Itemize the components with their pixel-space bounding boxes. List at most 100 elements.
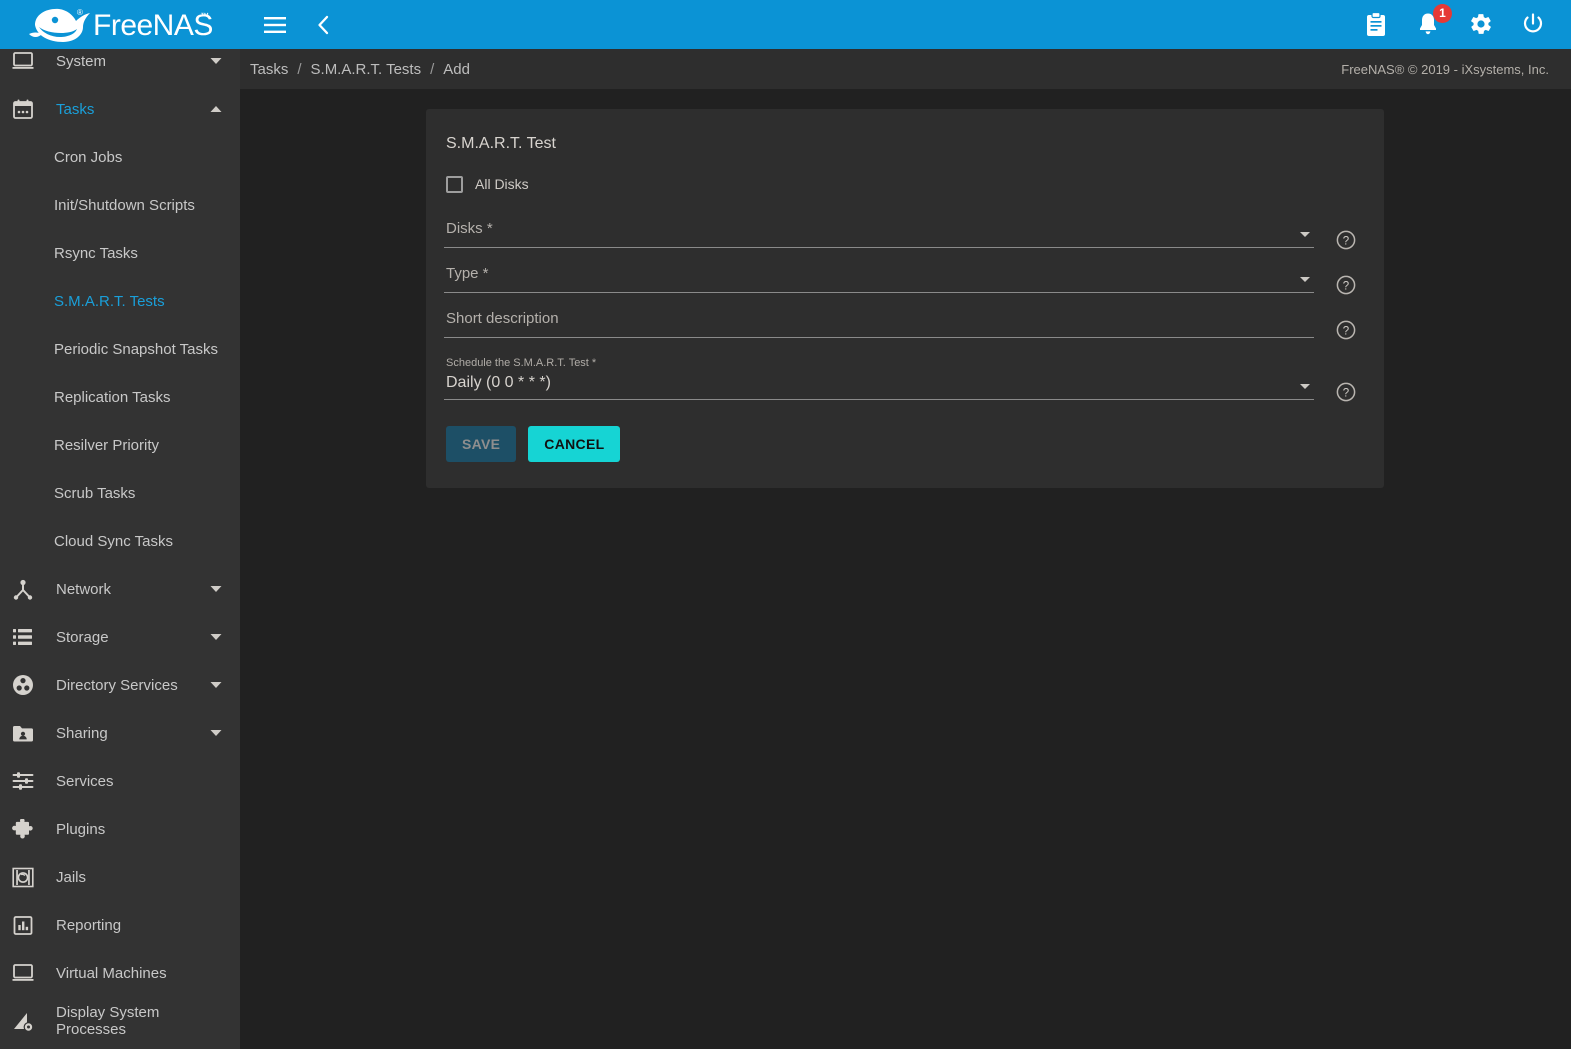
- sidebar-item-smart-tests[interactable]: S.M.A.R.T. Tests: [0, 277, 240, 325]
- sidebar-item-plugins[interactable]: Plugins: [0, 805, 240, 853]
- sidebar-item-sharing[interactable]: Sharing: [0, 709, 240, 757]
- breadcrumb-item-tasks[interactable]: Tasks: [250, 61, 288, 78]
- sidebar-sub-label: Cloud Sync Tasks: [54, 532, 173, 550]
- jail-icon: [12, 867, 46, 888]
- help-circle-icon[interactable]: ?: [1336, 320, 1356, 340]
- dropdown-caret-icon[interactable]: [1300, 277, 1310, 282]
- svg-text:FreeNAS: FreeNAS: [93, 9, 213, 42]
- sidebar-label: Jails: [56, 868, 87, 886]
- cancel-button[interactable]: CANCEL: [528, 426, 621, 462]
- sidebar-item-directory-services[interactable]: Directory Services: [0, 661, 240, 709]
- freenas-shark-logo: FreeNAS ™ ®: [29, 8, 213, 42]
- sidebar-label: Services: [56, 772, 114, 790]
- breadcrumb-item-smart-tests[interactable]: S.M.A.R.T. Tests: [311, 61, 422, 78]
- chevron-down-icon[interactable]: [206, 585, 226, 593]
- svg-text:™: ™: [200, 11, 209, 21]
- chevron-up-icon[interactable]: [206, 105, 226, 113]
- sidebar-item-storage[interactable]: Storage: [0, 613, 240, 661]
- sidebar-item-tasks[interactable]: Tasks: [0, 85, 240, 133]
- main-content: Tasks / S.M.A.R.T. Tests / Add FreeNAS® …: [240, 49, 1571, 1049]
- hamburger-menu-icon[interactable]: [260, 10, 290, 40]
- sidebar-item-network[interactable]: Network: [0, 565, 240, 613]
- sliders-icon: [12, 771, 46, 791]
- sidebar-item-scrub-tasks[interactable]: Scrub Tasks: [0, 469, 240, 517]
- sidebar-sub-label: Scrub Tasks: [54, 484, 136, 502]
- sidebar-sub-label: Replication Tasks: [54, 388, 171, 406]
- sidebar-item-rsync-tasks[interactable]: Rsync Tasks: [0, 229, 240, 277]
- svg-text:®: ®: [77, 8, 83, 17]
- short-description-field[interactable]: Short description ?: [444, 307, 1360, 340]
- disks-field[interactable]: Disks * ?: [444, 217, 1360, 250]
- sidebar-label: Tasks: [56, 100, 95, 118]
- bar-chart-icon: [12, 915, 46, 936]
- all-disks-label: All Disks: [475, 176, 529, 192]
- monitor-icon: [12, 51, 46, 71]
- sidebar-item-replication-tasks[interactable]: Replication Tasks: [0, 373, 240, 421]
- dropdown-caret-icon[interactable]: [1300, 232, 1310, 237]
- sidebar-item-reporting[interactable]: Reporting: [0, 901, 240, 949]
- all-disks-checkbox-row[interactable]: All Disks: [444, 165, 1360, 203]
- puzzle-piece-icon: [12, 818, 46, 840]
- help-circle-icon[interactable]: ?: [1336, 382, 1356, 402]
- chevron-left-icon[interactable]: [308, 10, 338, 40]
- sidebar-label: Storage: [56, 628, 109, 646]
- sidebar-label: Directory Services: [56, 676, 178, 694]
- chevron-down-icon[interactable]: [206, 57, 226, 65]
- sidebar-item-jails[interactable]: Jails: [0, 853, 240, 901]
- gear-icon[interactable]: [1469, 12, 1495, 38]
- svg-text:?: ?: [1343, 387, 1349, 399]
- schedule-field[interactable]: Schedule the S.M.A.R.T. Test * Daily (0 …: [444, 356, 1360, 402]
- sidebar-sub-label: Init/Shutdown Scripts: [54, 196, 195, 214]
- sidebar-item-system[interactable]: System: [0, 49, 240, 85]
- sidebar-item-virtual-machines[interactable]: Virtual Machines: [0, 949, 240, 997]
- sidebar-label: Network: [56, 580, 112, 598]
- copyright-text: FreeNAS® © 2019 - iXsystems, Inc.: [1341, 61, 1549, 77]
- sidebar-sub-label: Cron Jobs: [54, 148, 123, 166]
- sidebar-label: Plugins: [56, 820, 106, 838]
- sidebar-sub-label: S.M.A.R.T. Tests: [54, 292, 165, 310]
- calendar-icon: [12, 99, 46, 120]
- sidebar-item-cron-jobs[interactable]: Cron Jobs: [0, 133, 240, 181]
- chevron-down-icon[interactable]: [206, 681, 226, 689]
- sidebar-item-resilver-priority[interactable]: Resilver Priority: [0, 421, 240, 469]
- smart-test-form-card: S.M.A.R.T. Test All Disks Disks * ? Type…: [426, 109, 1384, 488]
- help-circle-icon[interactable]: ?: [1336, 230, 1356, 250]
- sidebar-item-cloud-sync-tasks[interactable]: Cloud Sync Tasks: [0, 517, 240, 565]
- breadcrumb-item-add: Add: [443, 60, 470, 78]
- type-label: Type *: [446, 265, 489, 282]
- notification-badge: 1: [1433, 3, 1452, 23]
- sidebar-label: Sharing: [56, 724, 108, 742]
- power-icon[interactable]: [1521, 12, 1547, 38]
- type-field[interactable]: Type * ?: [444, 262, 1360, 295]
- sidebar-label: Reporting: [56, 916, 122, 934]
- directory-services-icon: [12, 674, 46, 696]
- storage-icon: [12, 628, 46, 646]
- save-button[interactable]: SAVE: [446, 426, 517, 462]
- all-disks-checkbox[interactable]: [446, 175, 463, 193]
- sidebar-nav[interactable]: System Tasks Cron Jobs Init/Shutdown Scr…: [0, 49, 240, 1049]
- sidebar-item-display-system-processes[interactable]: Display System Processes: [0, 997, 240, 1045]
- sidebar-label: Display System Processes: [56, 1004, 160, 1038]
- form-actions: SAVE CANCEL: [446, 426, 1360, 462]
- dropdown-caret-icon[interactable]: [1300, 384, 1310, 389]
- breadcrumb: Tasks / S.M.A.R.T. Tests / Add: [250, 61, 470, 78]
- chevron-down-icon[interactable]: [206, 729, 226, 737]
- sidebar-item-init-shutdown-scripts[interactable]: Init/Shutdown Scripts: [0, 181, 240, 229]
- sidebar-label: Virtual Machines: [56, 964, 167, 982]
- network-icon: [12, 579, 46, 600]
- breadcrumb-separator: /: [297, 60, 302, 78]
- notifications-bell-icon[interactable]: 1: [1417, 3, 1452, 38]
- sidebar-label: System: [56, 52, 107, 70]
- form-title: S.M.A.R.T. Test: [446, 135, 556, 152]
- sidebar-item-periodic-snapshot-tasks[interactable]: Periodic Snapshot Tasks: [0, 325, 240, 373]
- freenas-logo[interactable]: FreeNAS ™ ®: [0, 0, 240, 49]
- clipboard-icon[interactable]: [1365, 11, 1391, 38]
- svg-text:?: ?: [1343, 280, 1349, 292]
- help-circle-icon[interactable]: ?: [1336, 275, 1356, 295]
- breadcrumb-separator: /: [430, 60, 435, 78]
- disks-label: Disks *: [446, 220, 493, 237]
- chevron-down-icon[interactable]: [206, 633, 226, 641]
- sidebar-item-services[interactable]: Services: [0, 757, 240, 805]
- short-description-label: Short description: [446, 310, 559, 327]
- svg-text:?: ?: [1343, 325, 1349, 337]
